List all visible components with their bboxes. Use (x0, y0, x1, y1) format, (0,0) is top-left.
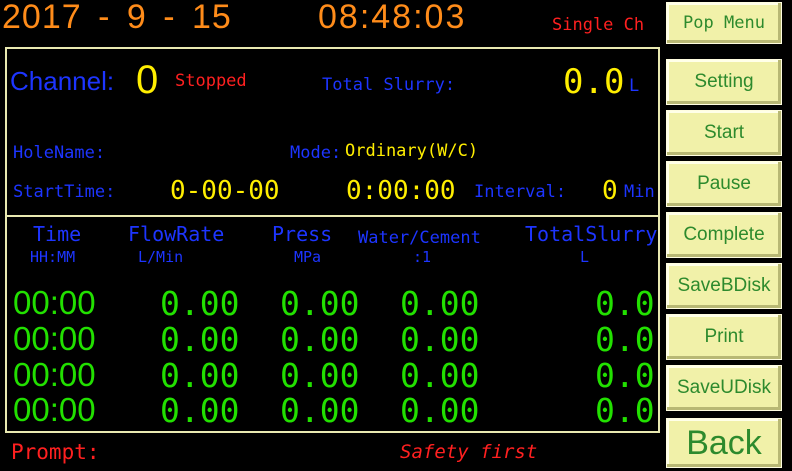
back-button[interactable]: Back (666, 418, 782, 468)
starttime-value: 0-00-00 (170, 176, 280, 206)
cell-flowrate: 0.00 (160, 356, 240, 395)
cell-water-cement: 0.00 (400, 391, 480, 430)
prompt-label: Prompt: (11, 440, 100, 464)
column-header-press: Press (272, 222, 333, 246)
panel-divider (5, 215, 660, 217)
cell-time: 00:00 (13, 356, 96, 393)
interval-unit: Min (624, 182, 655, 202)
column-unit-time: HH:MM (30, 248, 76, 266)
cell-water-cement: 0.00 (400, 320, 480, 359)
total-slurry-unit: L (629, 76, 640, 96)
cell-press: 0.00 (280, 356, 360, 395)
complete-button[interactable]: Complete (666, 212, 782, 258)
column-unit-water-cement: :1 (413, 248, 432, 266)
cell-press: 0.00 (280, 284, 360, 323)
cell-water-cement: 0.00 (400, 356, 480, 395)
start-button[interactable]: Start (666, 110, 782, 156)
pause-button[interactable]: Pause (666, 161, 782, 207)
holename-label: HoleName: (13, 143, 106, 163)
starttime-label: StartTime: (13, 182, 116, 202)
column-unit-totalslurry: L (580, 248, 590, 266)
prompt-message: Safety first (400, 441, 538, 463)
cell-flowrate: 0.00 (160, 391, 240, 430)
cell-time: 00:00 (13, 284, 96, 321)
cell-totalslurry: 0.0 (595, 356, 655, 395)
mode-value: Ordinary(W/C) (345, 141, 479, 161)
column-unit-press: MPa (294, 248, 322, 266)
channel-value: 0 (136, 58, 159, 102)
mode-label: Mode: (290, 143, 342, 163)
status-badge: Stopped (175, 71, 247, 91)
save-udisk-button[interactable]: SaveUDisk (666, 365, 782, 411)
cell-totalslurry: 0.0 (595, 320, 655, 359)
time-display: 08:48:03 (318, 0, 467, 36)
date-display: 2017 - 9 - 15 (2, 0, 232, 36)
column-header-time: Time (33, 222, 82, 246)
print-button[interactable]: Print (666, 314, 782, 360)
cell-totalslurry: 0.0 (595, 391, 655, 430)
total-slurry-value: 0.0 (563, 62, 625, 102)
elapsed-time-value: 0:00:00 (346, 176, 456, 206)
cell-water-cement: 0.00 (400, 284, 480, 323)
save-bdisk-button[interactable]: SaveBDisk (666, 263, 782, 309)
channel-label: Channel: (10, 66, 115, 96)
interval-label: Interval: (474, 182, 567, 202)
total-slurry-label: Total Slurry: (322, 75, 456, 95)
pop-menu-button[interactable]: Pop Menu (666, 2, 782, 44)
cell-flowrate: 0.00 (160, 284, 240, 323)
cell-time: 00:00 (13, 391, 96, 428)
column-header-totalslurry: TotalSlurry (525, 222, 658, 246)
cell-time: 00:00 (13, 320, 96, 357)
column-header-flowrate: FlowRate (128, 222, 225, 246)
column-unit-flowrate: L/Min (138, 248, 184, 266)
setting-button[interactable]: Setting (666, 59, 782, 105)
cell-totalslurry: 0.0 (595, 284, 655, 323)
column-header-water-cement: Water/Cement (358, 228, 481, 248)
cell-flowrate: 0.00 (160, 320, 240, 359)
interval-value: 0 (602, 176, 618, 206)
cell-press: 0.00 (280, 320, 360, 359)
cell-press: 0.00 (280, 391, 360, 430)
mode-title: Single Ch (552, 15, 645, 35)
